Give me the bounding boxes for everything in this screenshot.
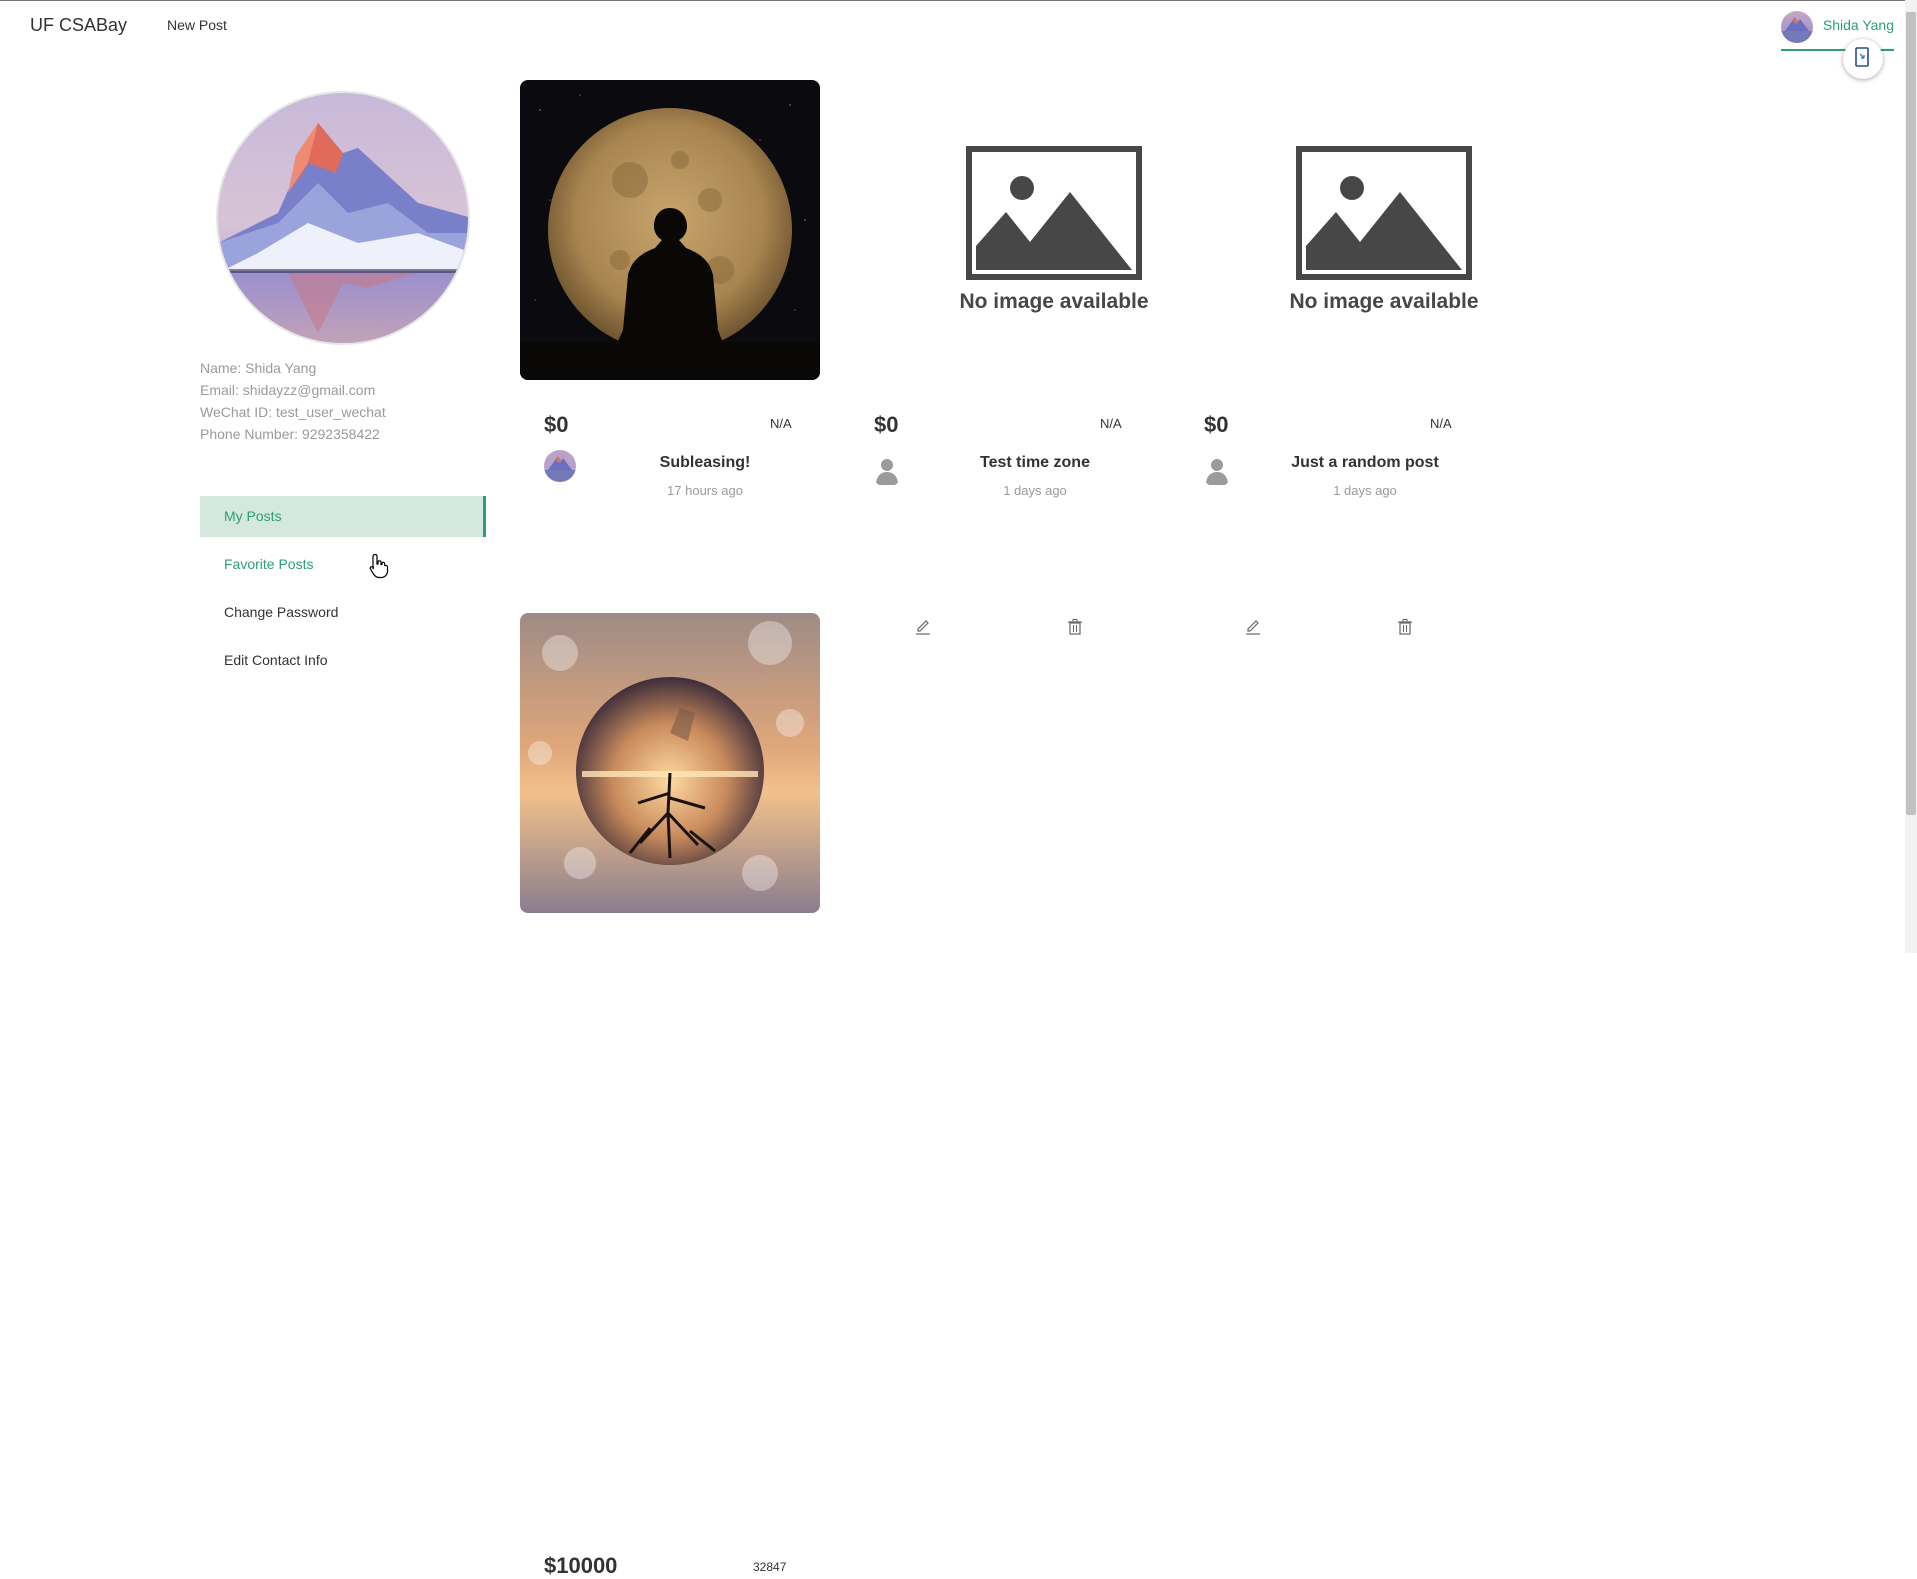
profile-name: Name: Shida Yang: [200, 360, 317, 376]
post-image[interactable]: [520, 80, 820, 380]
top-navbar: UF CSABay New Post Shida Yang: [0, 0, 1917, 54]
post-image[interactable]: [520, 613, 820, 913]
post-title[interactable]: Subleasing!: [580, 454, 830, 472]
author-avatar: [544, 450, 576, 482]
no-image-icon: [1296, 146, 1472, 280]
post-price: $0: [544, 412, 569, 437]
sidebar-item-edit-contact-info[interactable]: Edit Contact Info: [200, 640, 486, 681]
post-price: $0: [1204, 412, 1229, 437]
post-title[interactable]: Test time zone: [910, 454, 1160, 472]
sidebar-item-favorite-posts[interactable]: Favorite Posts: [200, 544, 486, 585]
post-time: 1 days ago: [1333, 483, 1397, 498]
default-user-icon: [871, 455, 903, 487]
post-location: N/A: [1430, 416, 1452, 431]
profile-phone: Phone Number: 9292358422: [200, 426, 380, 442]
edit-button[interactable]: [1244, 618, 1262, 636]
profile-info: Name: Shida Yang Email: shidayzz@gmail.c…: [200, 357, 386, 445]
delete-button[interactable]: [1396, 618, 1414, 636]
post-location: N/A: [1100, 416, 1122, 431]
no-image-label: No image available: [1289, 290, 1479, 313]
sidebar-item-change-password[interactable]: Change Password: [200, 592, 486, 633]
default-user-icon: [1201, 455, 1233, 487]
logout-button[interactable]: [1843, 39, 1883, 79]
post-price: $10000: [544, 1553, 618, 1578]
edit-pencil-icon: [1244, 620, 1262, 640]
new-post-link[interactable]: New Post: [167, 17, 227, 33]
post-image-placeholder[interactable]: No image available: [850, 80, 1180, 380]
profile-email: Email: shidayzz@gmail.com: [200, 382, 376, 398]
post-price: $0: [874, 412, 899, 437]
user-name[interactable]: Shida Yang: [1823, 17, 1894, 33]
edit-pencil-icon: [914, 620, 932, 640]
profile-picture: [216, 91, 470, 345]
scrollbar-thumb[interactable]: [1906, 12, 1916, 815]
trash-icon: [1396, 619, 1414, 640]
post-location: 32847: [753, 1560, 787, 1574]
avatar[interactable]: [1780, 11, 1813, 43]
brand-logo[interactable]: UF CSABay: [30, 15, 127, 36]
delete-button[interactable]: [1066, 618, 1084, 636]
post-title[interactable]: Just a random post: [1240, 454, 1490, 472]
post-time: 1 days ago: [1003, 483, 1067, 498]
edit-button[interactable]: [914, 618, 932, 636]
logout-icon: [1854, 46, 1872, 72]
profile-side-menu: My Posts Favorite Posts Change Password …: [200, 496, 486, 688]
post-image-placeholder[interactable]: No image available: [1180, 80, 1510, 380]
post-time: 17 hours ago: [667, 483, 743, 498]
no-image-icon: [966, 146, 1142, 280]
post-location: N/A: [770, 416, 792, 431]
sidebar-item-my-posts[interactable]: My Posts: [200, 496, 486, 537]
hand-cursor-icon: [368, 553, 390, 579]
trash-icon: [1066, 619, 1084, 640]
profile-wechat: WeChat ID: test_user_wechat: [200, 404, 386, 420]
